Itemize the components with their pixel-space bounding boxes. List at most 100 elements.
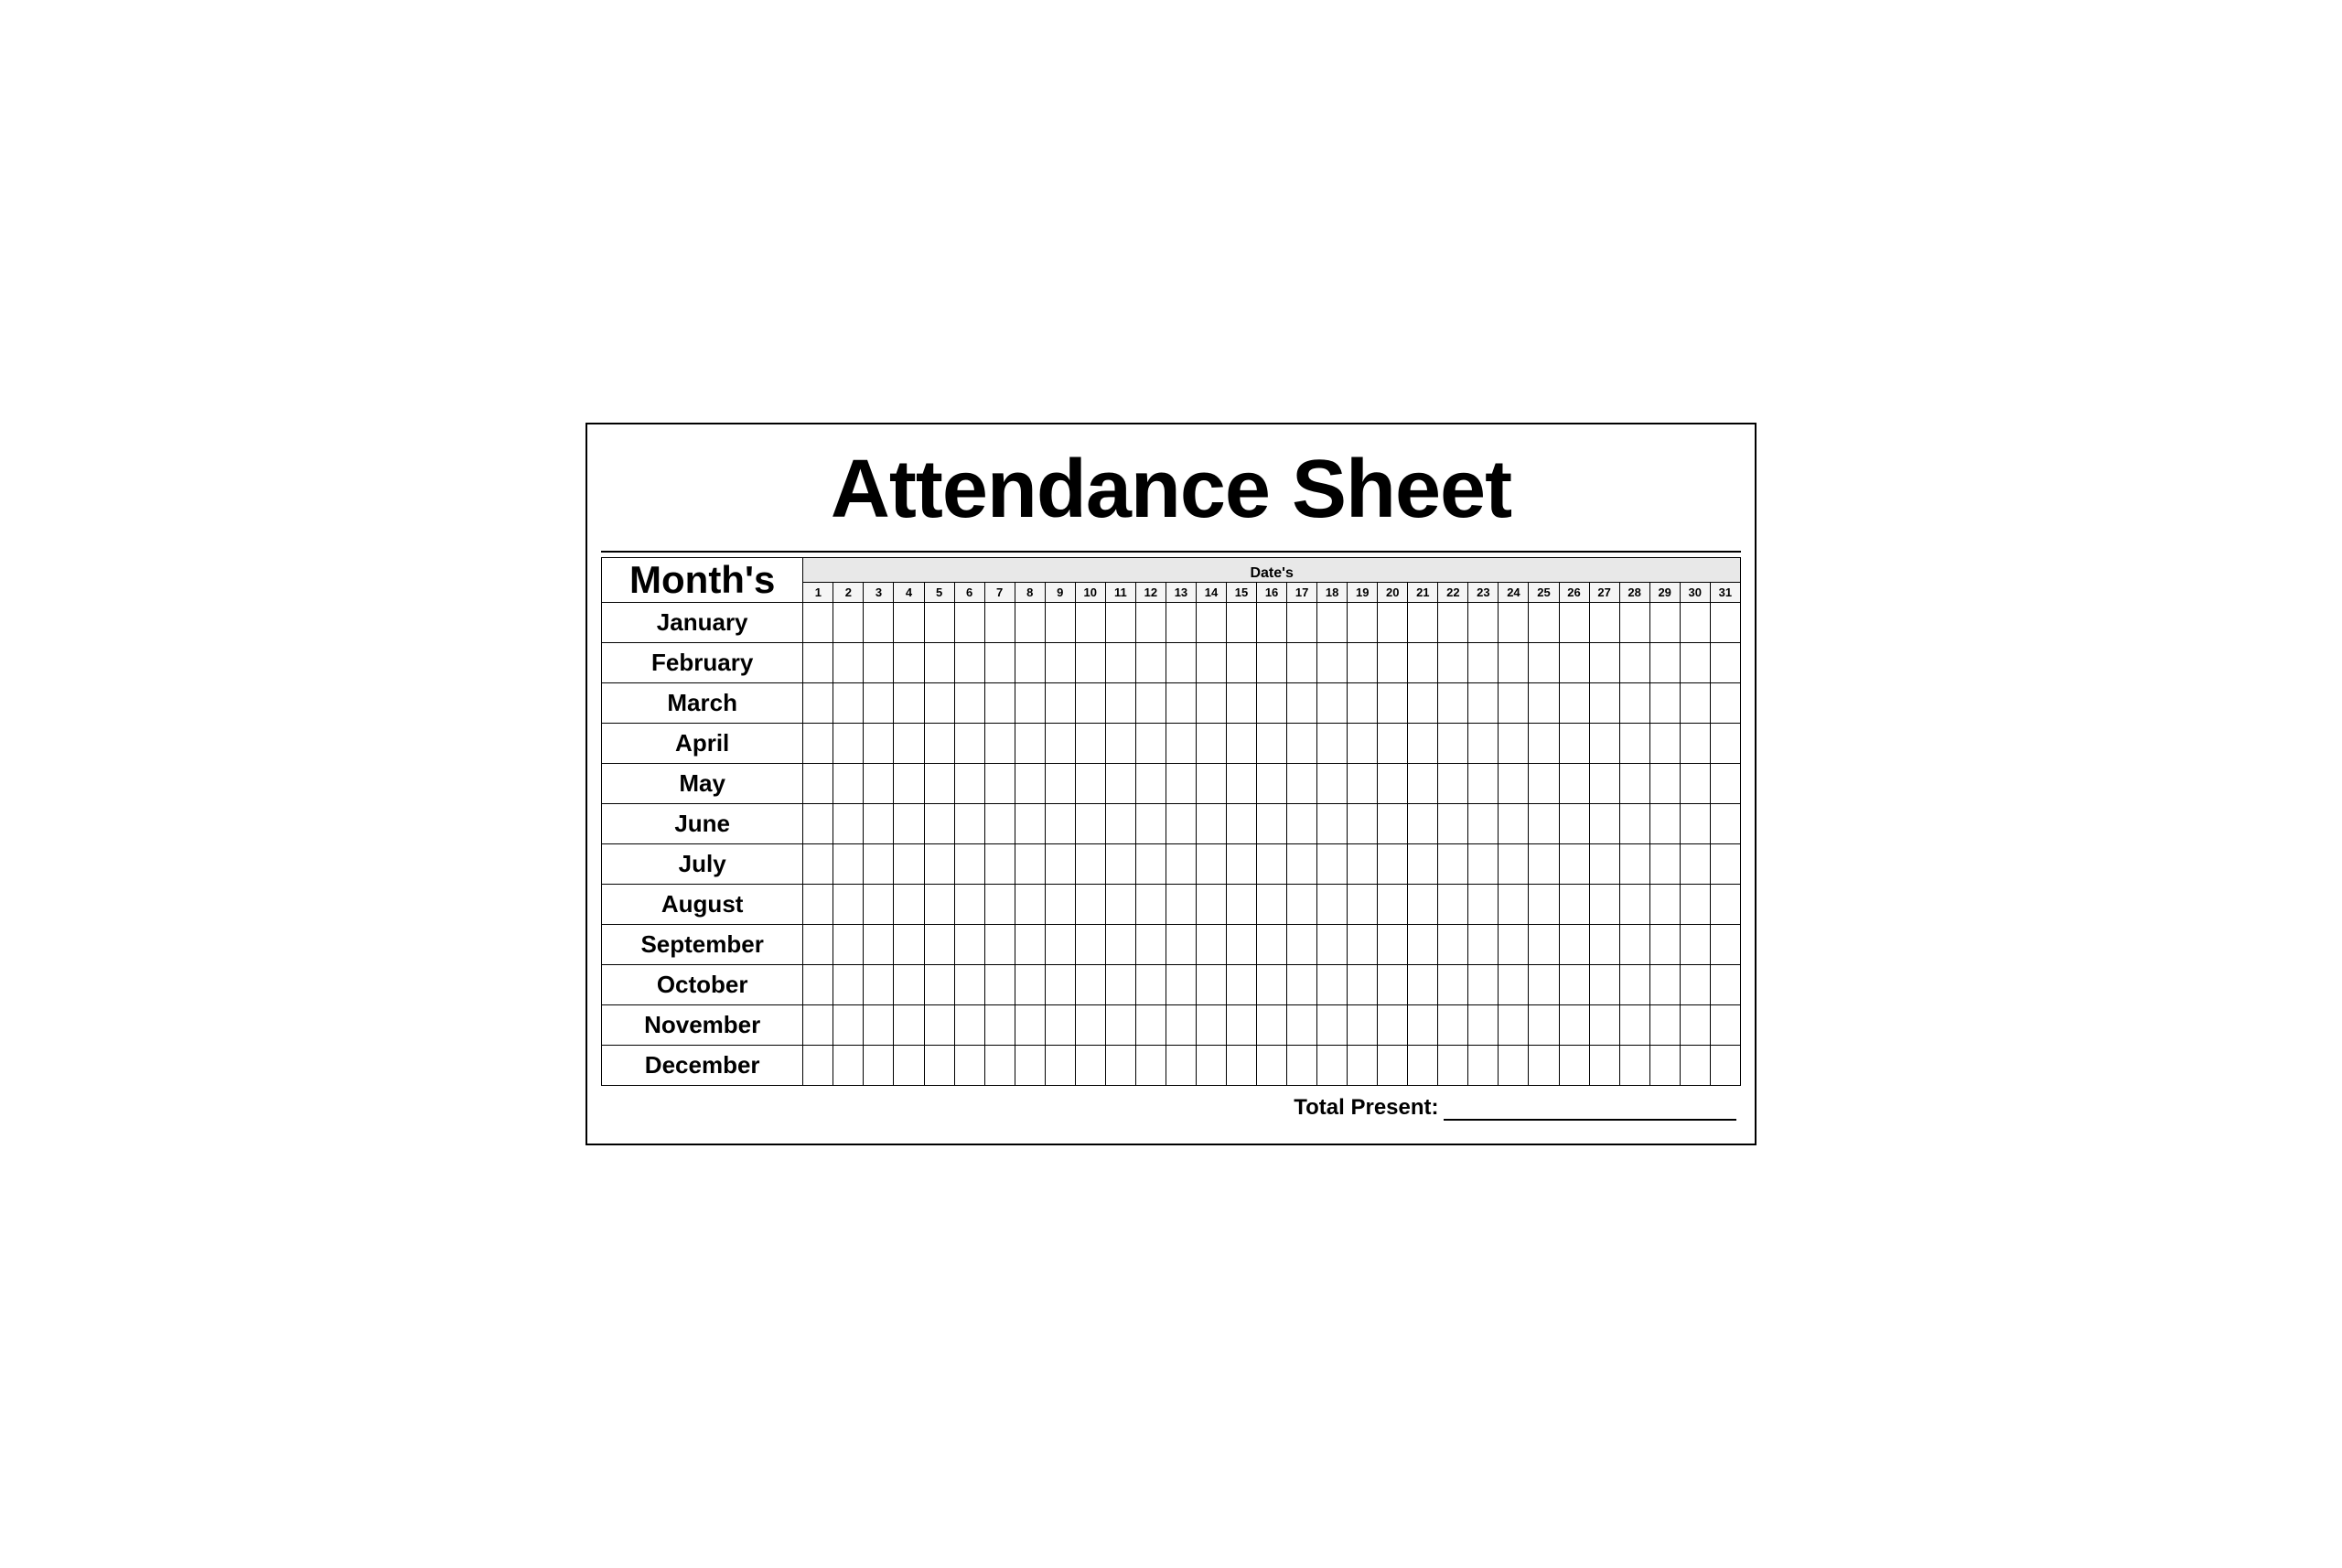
cell-may-6[interactable] (954, 764, 984, 804)
cell-september-9[interactable] (1045, 925, 1075, 965)
cell-november-14[interactable] (1196, 1005, 1226, 1046)
cell-november-22[interactable] (1438, 1005, 1468, 1046)
cell-december-11[interactable] (1105, 1046, 1135, 1086)
cell-january-18[interactable] (1317, 603, 1348, 643)
cell-may-5[interactable] (924, 764, 954, 804)
cell-march-5[interactable] (924, 683, 954, 724)
cell-february-27[interactable] (1589, 643, 1619, 683)
cell-may-31[interactable] (1710, 764, 1740, 804)
cell-april-3[interactable] (864, 724, 894, 764)
cell-june-16[interactable] (1257, 804, 1287, 844)
cell-june-3[interactable] (864, 804, 894, 844)
cell-september-7[interactable] (984, 925, 1015, 965)
cell-august-12[interactable] (1135, 885, 1166, 925)
cell-september-21[interactable] (1408, 925, 1438, 965)
cell-november-1[interactable] (803, 1005, 833, 1046)
cell-december-27[interactable] (1589, 1046, 1619, 1086)
cell-june-6[interactable] (954, 804, 984, 844)
cell-april-14[interactable] (1196, 724, 1226, 764)
cell-april-15[interactable] (1227, 724, 1257, 764)
cell-september-19[interactable] (1348, 925, 1378, 965)
cell-february-4[interactable] (894, 643, 924, 683)
cell-march-19[interactable] (1348, 683, 1378, 724)
cell-april-8[interactable] (1015, 724, 1045, 764)
cell-december-1[interactable] (803, 1046, 833, 1086)
cell-december-16[interactable] (1257, 1046, 1287, 1086)
cell-june-28[interactable] (1619, 804, 1649, 844)
cell-may-25[interactable] (1529, 764, 1559, 804)
cell-february-17[interactable] (1287, 643, 1317, 683)
cell-february-29[interactable] (1649, 643, 1680, 683)
cell-october-22[interactable] (1438, 965, 1468, 1005)
cell-may-26[interactable] (1559, 764, 1589, 804)
cell-august-15[interactable] (1227, 885, 1257, 925)
cell-july-14[interactable] (1196, 844, 1226, 885)
cell-april-12[interactable] (1135, 724, 1166, 764)
cell-april-19[interactable] (1348, 724, 1378, 764)
cell-september-3[interactable] (864, 925, 894, 965)
cell-august-14[interactable] (1196, 885, 1226, 925)
cell-august-3[interactable] (864, 885, 894, 925)
cell-july-1[interactable] (803, 844, 833, 885)
cell-may-7[interactable] (984, 764, 1015, 804)
cell-march-25[interactable] (1529, 683, 1559, 724)
cell-november-27[interactable] (1589, 1005, 1619, 1046)
cell-april-2[interactable] (833, 724, 864, 764)
cell-january-4[interactable] (894, 603, 924, 643)
cell-december-7[interactable] (984, 1046, 1015, 1086)
cell-september-11[interactable] (1105, 925, 1135, 965)
cell-july-22[interactable] (1438, 844, 1468, 885)
cell-october-16[interactable] (1257, 965, 1287, 1005)
cell-august-11[interactable] (1105, 885, 1135, 925)
cell-june-31[interactable] (1710, 804, 1740, 844)
cell-april-21[interactable] (1408, 724, 1438, 764)
cell-march-28[interactable] (1619, 683, 1649, 724)
cell-january-25[interactable] (1529, 603, 1559, 643)
cell-october-27[interactable] (1589, 965, 1619, 1005)
cell-january-30[interactable] (1680, 603, 1710, 643)
cell-june-21[interactable] (1408, 804, 1438, 844)
cell-august-8[interactable] (1015, 885, 1045, 925)
cell-august-5[interactable] (924, 885, 954, 925)
cell-august-17[interactable] (1287, 885, 1317, 925)
cell-june-25[interactable] (1529, 804, 1559, 844)
cell-october-19[interactable] (1348, 965, 1378, 1005)
cell-july-21[interactable] (1408, 844, 1438, 885)
cell-january-19[interactable] (1348, 603, 1378, 643)
cell-november-11[interactable] (1105, 1005, 1135, 1046)
cell-may-3[interactable] (864, 764, 894, 804)
cell-october-24[interactable] (1499, 965, 1529, 1005)
cell-december-2[interactable] (833, 1046, 864, 1086)
cell-january-11[interactable] (1105, 603, 1135, 643)
cell-april-28[interactable] (1619, 724, 1649, 764)
cell-july-6[interactable] (954, 844, 984, 885)
cell-november-31[interactable] (1710, 1005, 1740, 1046)
cell-june-23[interactable] (1468, 804, 1499, 844)
cell-april-1[interactable] (803, 724, 833, 764)
cell-october-9[interactable] (1045, 965, 1075, 1005)
cell-february-30[interactable] (1680, 643, 1710, 683)
cell-april-23[interactable] (1468, 724, 1499, 764)
cell-november-5[interactable] (924, 1005, 954, 1046)
cell-january-28[interactable] (1619, 603, 1649, 643)
cell-september-16[interactable] (1257, 925, 1287, 965)
cell-march-16[interactable] (1257, 683, 1287, 724)
cell-october-28[interactable] (1619, 965, 1649, 1005)
cell-april-29[interactable] (1649, 724, 1680, 764)
cell-august-29[interactable] (1649, 885, 1680, 925)
cell-may-29[interactable] (1649, 764, 1680, 804)
cell-may-20[interactable] (1378, 764, 1408, 804)
cell-august-1[interactable] (803, 885, 833, 925)
cell-december-29[interactable] (1649, 1046, 1680, 1086)
cell-june-11[interactable] (1105, 804, 1135, 844)
cell-november-2[interactable] (833, 1005, 864, 1046)
cell-january-29[interactable] (1649, 603, 1680, 643)
cell-october-2[interactable] (833, 965, 864, 1005)
cell-september-28[interactable] (1619, 925, 1649, 965)
cell-april-10[interactable] (1075, 724, 1105, 764)
cell-february-5[interactable] (924, 643, 954, 683)
cell-december-18[interactable] (1317, 1046, 1348, 1086)
cell-september-27[interactable] (1589, 925, 1619, 965)
cell-september-10[interactable] (1075, 925, 1105, 965)
cell-may-15[interactable] (1227, 764, 1257, 804)
